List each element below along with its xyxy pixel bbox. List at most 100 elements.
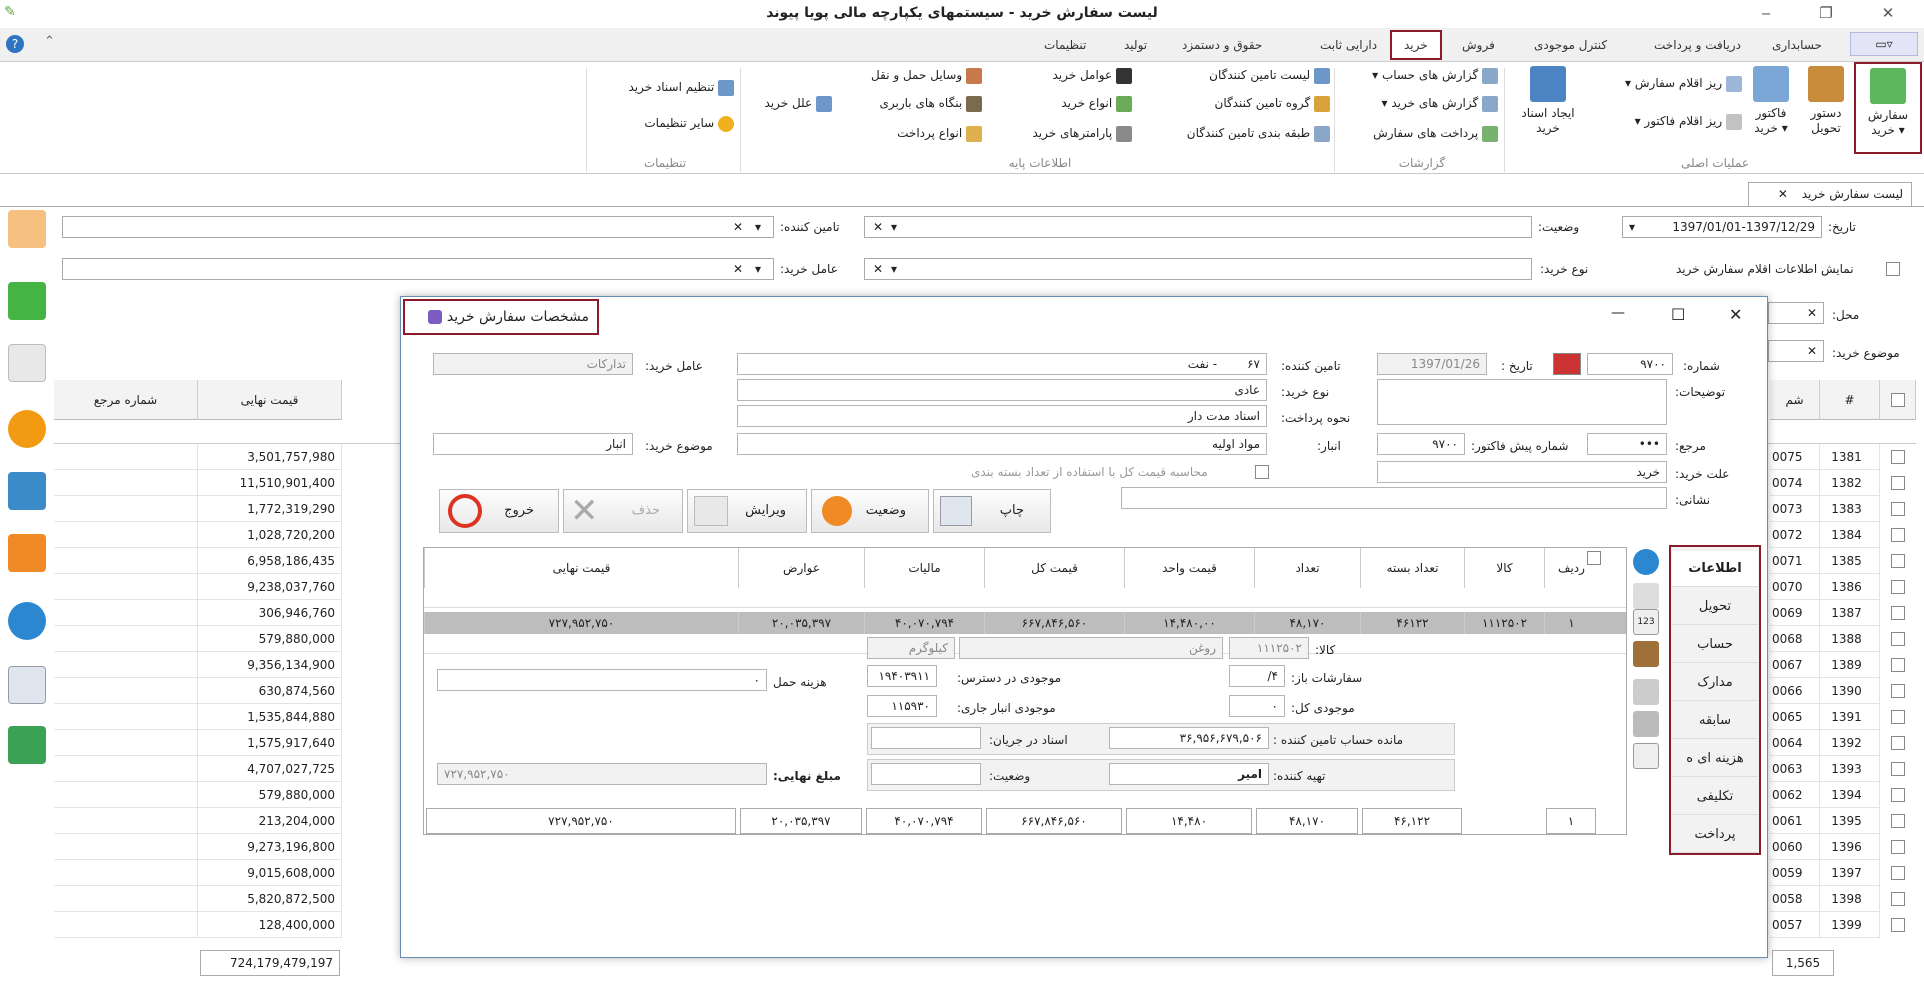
- other-settings-button[interactable]: سایر تنظیمات: [590, 112, 734, 134]
- col-final-price[interactable]: قیمت نهایی: [198, 380, 342, 420]
- agent-field-dlg[interactable]: تدارکات: [433, 353, 633, 375]
- col-number[interactable]: #: [1820, 380, 1880, 420]
- row-checkbox[interactable]: [1891, 606, 1905, 620]
- restore-button[interactable]: ❐: [1814, 2, 1838, 24]
- supplier-field[interactable]: ▾ ✕: [62, 216, 774, 238]
- row-checkbox[interactable]: [1891, 710, 1905, 724]
- type-field-dlg[interactable]: عادی: [737, 379, 1267, 401]
- ref-field[interactable]: •••: [1587, 433, 1667, 455]
- order-items-button[interactable]: ریز اقلام سفارش ▾: [1596, 72, 1742, 94]
- swap-arrows-icon[interactable]: [8, 210, 46, 248]
- tab-inventory[interactable]: کنترل موجودی: [1528, 34, 1613, 58]
- package-icon[interactable]: [1633, 641, 1659, 667]
- lightning-icon[interactable]: [8, 410, 46, 448]
- row-checkbox[interactable]: [1891, 788, 1905, 802]
- vtab-2[interactable]: حساب: [1672, 627, 1758, 663]
- supplier-clear-icon[interactable]: ✕: [733, 217, 743, 237]
- row-checkbox[interactable]: [1891, 814, 1905, 828]
- tab-fixed-assets[interactable]: دارایی ثابت: [1314, 34, 1383, 58]
- row-checkbox[interactable]: [1891, 502, 1905, 516]
- tab-accounting[interactable]: حسابداری: [1766, 34, 1828, 58]
- reason-field[interactable]: خرید: [1377, 461, 1667, 483]
- item-row[interactable]: ۱ ۱۱۱۲۵۰۲ ۴۶۱۲۲ ۴۸,۱۷۰ ۱۴,۴۸۰,۰۰ ۶۶۷,۸۴۶,۵۶۰ ۴…: [424, 612, 1626, 634]
- export-icon[interactable]: [8, 472, 46, 510]
- row-checkbox[interactable]: [1891, 450, 1905, 464]
- calc-checkbox[interactable]: [1255, 465, 1269, 479]
- row-checkbox[interactable]: [1891, 866, 1905, 880]
- refresh-items-icon[interactable]: [1633, 549, 1659, 575]
- location-field[interactable]: ✕: [1768, 302, 1824, 324]
- type-field[interactable]: ✕ ▾: [864, 258, 1532, 280]
- date-range-field[interactable]: 1397/01/01-1397/12/29 ▾: [1622, 216, 1822, 238]
- printer-icon[interactable]: [8, 666, 46, 704]
- exit-button[interactable]: خروج: [439, 489, 559, 533]
- vtab-4[interactable]: سابقه: [1672, 703, 1758, 739]
- collapse-ribbon-icon[interactable]: ⌃: [44, 34, 55, 49]
- close-tab-icon[interactable]: ✕: [1778, 187, 1788, 201]
- sort-icon[interactable]: [1633, 743, 1659, 769]
- payment-types-button[interactable]: انواع پرداخت: [836, 122, 982, 144]
- minimize-button[interactable]: ‒: [1754, 2, 1778, 24]
- subject-field-dlg[interactable]: انبار: [433, 433, 633, 455]
- purchase-order-button[interactable]: سفارش خرید ▾: [1854, 62, 1922, 154]
- payment-field-dlg[interactable]: اسناد مدت دار: [737, 405, 1267, 427]
- shipping-field[interactable]: ۰: [437, 669, 767, 691]
- items-col-unit-price[interactable]: قیمت واحد: [1124, 548, 1254, 588]
- store-field-dlg[interactable]: مواد اولیه: [737, 433, 1267, 455]
- agent-field[interactable]: ▾ ✕: [62, 258, 774, 280]
- agent-dropdown-icon[interactable]: ▾: [755, 259, 761, 279]
- delete-button[interactable]: ✕ حذف: [563, 489, 683, 533]
- desc-field[interactable]: [1377, 379, 1667, 425]
- items-col-count[interactable]: تعداد: [1254, 548, 1360, 588]
- tab-payroll[interactable]: حقوق و دستمزد: [1176, 34, 1268, 58]
- purchase-types-button[interactable]: انواع خرید: [990, 92, 1132, 114]
- dialog-close-button[interactable]: ✕: [1729, 305, 1742, 324]
- subject-field[interactable]: ✕: [1768, 340, 1824, 362]
- delivery-order-button[interactable]: دستور تحویل: [1800, 66, 1852, 136]
- vtab-1[interactable]: تحویل: [1672, 589, 1758, 625]
- select-all-checkbox[interactable]: [1891, 393, 1905, 407]
- purchase-params-button[interactable]: پارامترهای خرید: [990, 122, 1132, 144]
- purchase-reasons-button[interactable]: علل خرید: [746, 92, 832, 114]
- refresh-icon[interactable]: [8, 602, 46, 640]
- dialog-maximize-button[interactable]: ☐: [1671, 305, 1685, 324]
- search-icon[interactable]: [1633, 583, 1659, 609]
- status-field[interactable]: ✕ ▾: [864, 216, 1532, 238]
- tab-purchase[interactable]: خرید: [1390, 30, 1442, 60]
- tab-receipt-payment[interactable]: دریافت و پرداخت: [1648, 34, 1747, 58]
- date-field[interactable]: 1397/01/26: [1377, 353, 1487, 375]
- vtab-6[interactable]: تکلیفی: [1672, 779, 1758, 815]
- purchase-invoice-button[interactable]: فاکتور خرید ▾: [1746, 66, 1796, 136]
- row-checkbox[interactable]: [1891, 554, 1905, 568]
- items-col-item[interactable]: کالا: [1464, 548, 1544, 588]
- items-col-final-price[interactable]: قیمت نهایی: [424, 548, 738, 588]
- type-clear-icon[interactable]: ✕: [873, 259, 883, 279]
- row-checkbox[interactable]: [1891, 658, 1905, 672]
- row-checkbox[interactable]: [1891, 476, 1905, 490]
- row-checkbox[interactable]: [1891, 762, 1905, 776]
- numbering-icon[interactable]: 123: [1633, 609, 1659, 635]
- create-docs-button[interactable]: ایجاد اسناد خرید: [1518, 66, 1578, 136]
- status-button[interactable]: وضعیت: [811, 489, 929, 533]
- close-button[interactable]: ✕: [1876, 2, 1900, 24]
- account-reports-button[interactable]: گزارش های حساب ▾: [1340, 64, 1498, 86]
- tab-sales[interactable]: فروش: [1456, 34, 1501, 58]
- supplier-group-button[interactable]: گروه تامین کنندگان: [1140, 92, 1330, 114]
- edit-button[interactable]: ویرایش: [687, 489, 807, 533]
- supplier-class-button[interactable]: طبقه بندی تامین کنندگان: [1140, 122, 1330, 144]
- date-dropdown-icon[interactable]: ▾: [1629, 217, 1635, 237]
- add-icon[interactable]: [8, 282, 46, 320]
- status-dropdown-icon[interactable]: ▾: [891, 217, 897, 237]
- row-checkbox[interactable]: [1891, 684, 1905, 698]
- row-checkbox[interactable]: [1891, 918, 1905, 932]
- vtab-7[interactable]: پرداخت: [1672, 817, 1758, 853]
- row-checkbox[interactable]: [1891, 892, 1905, 906]
- vtab-0[interactable]: اطلاعات: [1672, 551, 1758, 587]
- row-checkbox[interactable]: [1891, 840, 1905, 854]
- status-clear-icon[interactable]: ✕: [873, 217, 883, 237]
- supplier-field-dlg[interactable]: ۶۷ - نفت: [737, 353, 1267, 375]
- col-serial[interactable]: شم: [1770, 380, 1820, 420]
- col-select-all[interactable]: [1880, 380, 1916, 420]
- row-checkbox[interactable]: [1891, 580, 1905, 594]
- row-checkbox[interactable]: [1891, 528, 1905, 542]
